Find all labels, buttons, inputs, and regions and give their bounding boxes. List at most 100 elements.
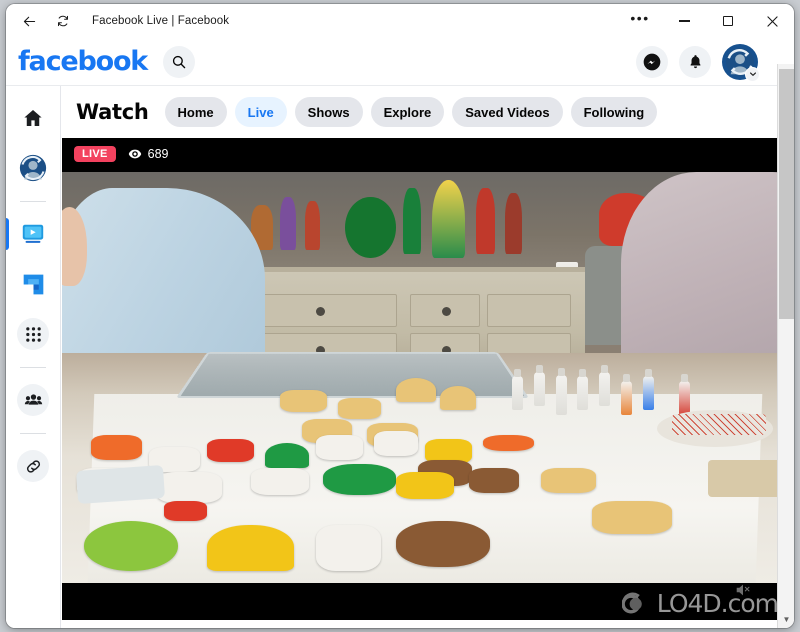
- scene-bottle-3: [555, 367, 567, 415]
- live-status-row: LIVE 689: [74, 146, 169, 162]
- scene-checkered-towel: [671, 414, 767, 436]
- maximize-icon: [723, 16, 733, 26]
- vertical-scrollbar[interactable]: ▼: [777, 64, 794, 628]
- close-icon: [766, 15, 778, 27]
- viewer-count: 689: [128, 147, 169, 161]
- sidebar-divider-3: [20, 433, 46, 434]
- sidebar-divider-2: [20, 367, 46, 368]
- muted-speaker-icon[interactable]: [734, 581, 752, 604]
- minimize-icon: [678, 20, 690, 22]
- watch-content: Watch Home Live Shows Explore Saved Vide…: [62, 86, 794, 628]
- grid-dots-icon: [17, 318, 49, 350]
- scene-bottle-1: [512, 369, 524, 411]
- avatar[interactable]: [722, 43, 760, 82]
- scene-bottle-2: [533, 365, 545, 407]
- scene-star-cookie: [395, 472, 455, 499]
- facebook-logo[interactable]: facebook: [18, 46, 148, 77]
- tab-following[interactable]: Following: [570, 97, 658, 127]
- window-title: Facebook Live | Facebook: [92, 15, 230, 27]
- scene-bottle-orange: [621, 373, 633, 415]
- scene-plain-cookie-2: [337, 398, 382, 419]
- sidebar-item-marketplace[interactable]: [13, 264, 53, 304]
- tab-shows[interactable]: Shows: [294, 97, 363, 127]
- tab-saved-videos[interactable]: Saved Videos: [452, 97, 563, 127]
- sidebar-item-link[interactable]: [13, 446, 53, 486]
- sidebar-item-menu[interactable]: [13, 314, 53, 354]
- viewer-count-value: 689: [147, 147, 169, 161]
- scene-candy-cane-cookie: [483, 435, 534, 452]
- scene-tree-cookie-green: [323, 463, 396, 495]
- scene-yellow-tree-cookie: [207, 525, 295, 571]
- video-canvas: [62, 172, 788, 583]
- scene-deco-figure-2: [305, 200, 320, 251]
- live-badge: LIVE: [74, 146, 116, 162]
- scene-plain-cookie-1: [279, 389, 327, 413]
- scene-knob-2: [441, 307, 451, 317]
- messenger-icon[interactable]: [636, 45, 668, 78]
- close-button[interactable]: [750, 4, 794, 38]
- home-icon: [24, 110, 42, 126]
- scene-decorated-cookie-3: [207, 439, 255, 462]
- scene-deco-elf: [403, 188, 421, 255]
- sidebar-item-home[interactable]: [13, 98, 53, 138]
- bell-icon[interactable]: [679, 45, 711, 78]
- tab-home[interactable]: Home: [164, 97, 227, 127]
- video-scene: [62, 172, 788, 583]
- maximize-button[interactable]: [706, 4, 750, 38]
- scene-bottle-red: [679, 373, 691, 415]
- active-indicator: [6, 218, 9, 250]
- scene-baking-tray: [175, 352, 530, 399]
- scene-grinch-cookie: [83, 521, 179, 571]
- scene-gingerbread-cookie-2: [468, 467, 520, 493]
- scrollbar-thumb[interactable]: [779, 69, 794, 319]
- sidebar-item-profile[interactable]: [13, 148, 53, 188]
- scene-santa-cookie: [316, 525, 382, 571]
- live-video-player[interactable]: LIVE 689 LO4D.com: [62, 138, 788, 620]
- header-actions: [636, 43, 760, 82]
- scene-drawer-3: [487, 293, 571, 327]
- tab-explore[interactable]: Explore: [370, 97, 445, 127]
- link-chain-icon: [17, 450, 49, 482]
- profile-avatar-icon: [19, 154, 47, 182]
- scene-decorated-cookie-4: [265, 443, 309, 468]
- browser-window: Facebook Live | Facebook ••• facebook Wa…: [6, 4, 794, 628]
- search-icon[interactable]: [163, 45, 196, 78]
- tab-live[interactable]: Live: [234, 97, 287, 127]
- watermark-text: LO4D.com: [656, 589, 779, 618]
- more-dots-icon: •••: [630, 10, 650, 26]
- watch-video-icon: [22, 224, 44, 243]
- scene-drawer-2: [410, 293, 481, 327]
- eye-icon: [128, 149, 141, 159]
- scroll-down-button[interactable]: ▼: [778, 611, 794, 628]
- scene-plain-cookie-8: [591, 500, 672, 534]
- page-title: Watch: [76, 100, 149, 124]
- scene-decorated-cookie-1: [91, 435, 142, 460]
- scene-knob-1: [316, 307, 326, 317]
- refresh-icon[interactable]: [46, 6, 80, 36]
- chevron-down-icon[interactable]: [745, 66, 760, 82]
- lo4d-logo-icon: [621, 592, 642, 614]
- sidebar-item-groups[interactable]: [13, 380, 53, 420]
- scene-snowman-cookie-1: [250, 467, 309, 495]
- scene-deco-figure-3: [475, 188, 495, 255]
- title-bar: Facebook Live | Facebook •••: [6, 4, 794, 38]
- left-sidebar: [6, 86, 61, 628]
- scene-plain-cookie-7: [541, 467, 596, 493]
- watermark: LO4D.com: [621, 589, 779, 618]
- scene-deco-grinch-sign: [345, 196, 396, 259]
- scene-drawer-1: [250, 293, 397, 327]
- more-options-button[interactable]: •••: [618, 4, 662, 38]
- minimize-button[interactable]: [662, 4, 706, 38]
- scene-plain-cookie-3: [395, 377, 436, 403]
- scene-sprinkle-cookie-1: [156, 472, 222, 503]
- sidebar-item-watch[interactable]: [6, 214, 53, 254]
- scene-mitten-cookie: [163, 500, 208, 522]
- marketplace-icon: [23, 274, 43, 294]
- scene-bottle-5: [599, 365, 611, 407]
- back-arrow-icon[interactable]: [12, 6, 46, 36]
- scene-deco-tree: [432, 180, 465, 259]
- scene-deco-figure-4: [504, 192, 523, 255]
- scene-plain-cookie-6: [439, 385, 476, 411]
- notification-bell-glyph: [690, 55, 700, 69]
- scene-deco-figure-1: [279, 196, 296, 251]
